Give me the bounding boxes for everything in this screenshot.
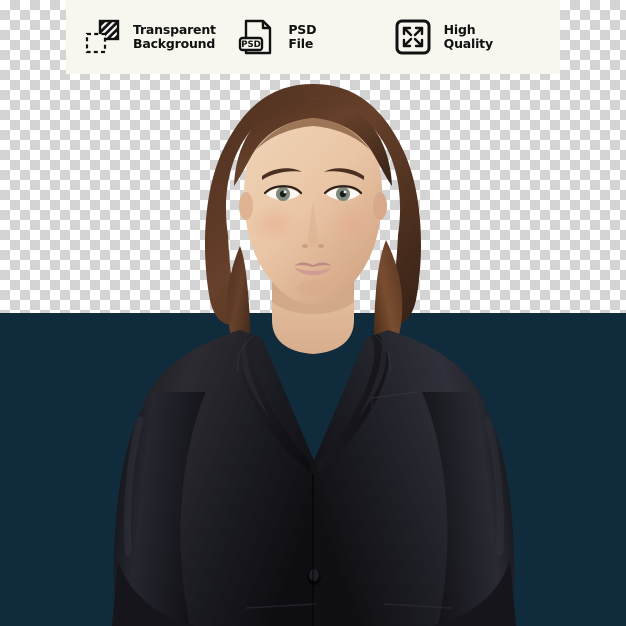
chin-shadow — [297, 280, 329, 296]
nostril-right — [318, 244, 324, 248]
cheek-left — [248, 204, 300, 244]
feature-transparent-background: Transparent Background — [80, 15, 235, 59]
nostril-left — [302, 244, 308, 248]
feature-banner: Transparent Background PSD PSD File High… — [66, 0, 560, 74]
mockup-canvas: Transparent Background PSD PSD File High… — [0, 0, 626, 626]
psd-icon-text: PSD — [242, 40, 262, 50]
psd-file-icon: PSD — [235, 15, 279, 59]
feature-high-quality: High Quality — [391, 15, 546, 59]
feature-label: High Quality — [443, 22, 493, 51]
feature-label: PSD File — [288, 22, 317, 51]
businesswoman-portrait — [0, 0, 626, 626]
feature-psd-file: PSD PSD File — [235, 15, 390, 59]
blazer-button-inner — [309, 569, 319, 581]
high-quality-expand-icon — [391, 15, 435, 59]
transparent-background-icon — [80, 15, 124, 59]
cheek-right — [326, 204, 378, 244]
feature-label: Transparent Background — [133, 22, 216, 51]
